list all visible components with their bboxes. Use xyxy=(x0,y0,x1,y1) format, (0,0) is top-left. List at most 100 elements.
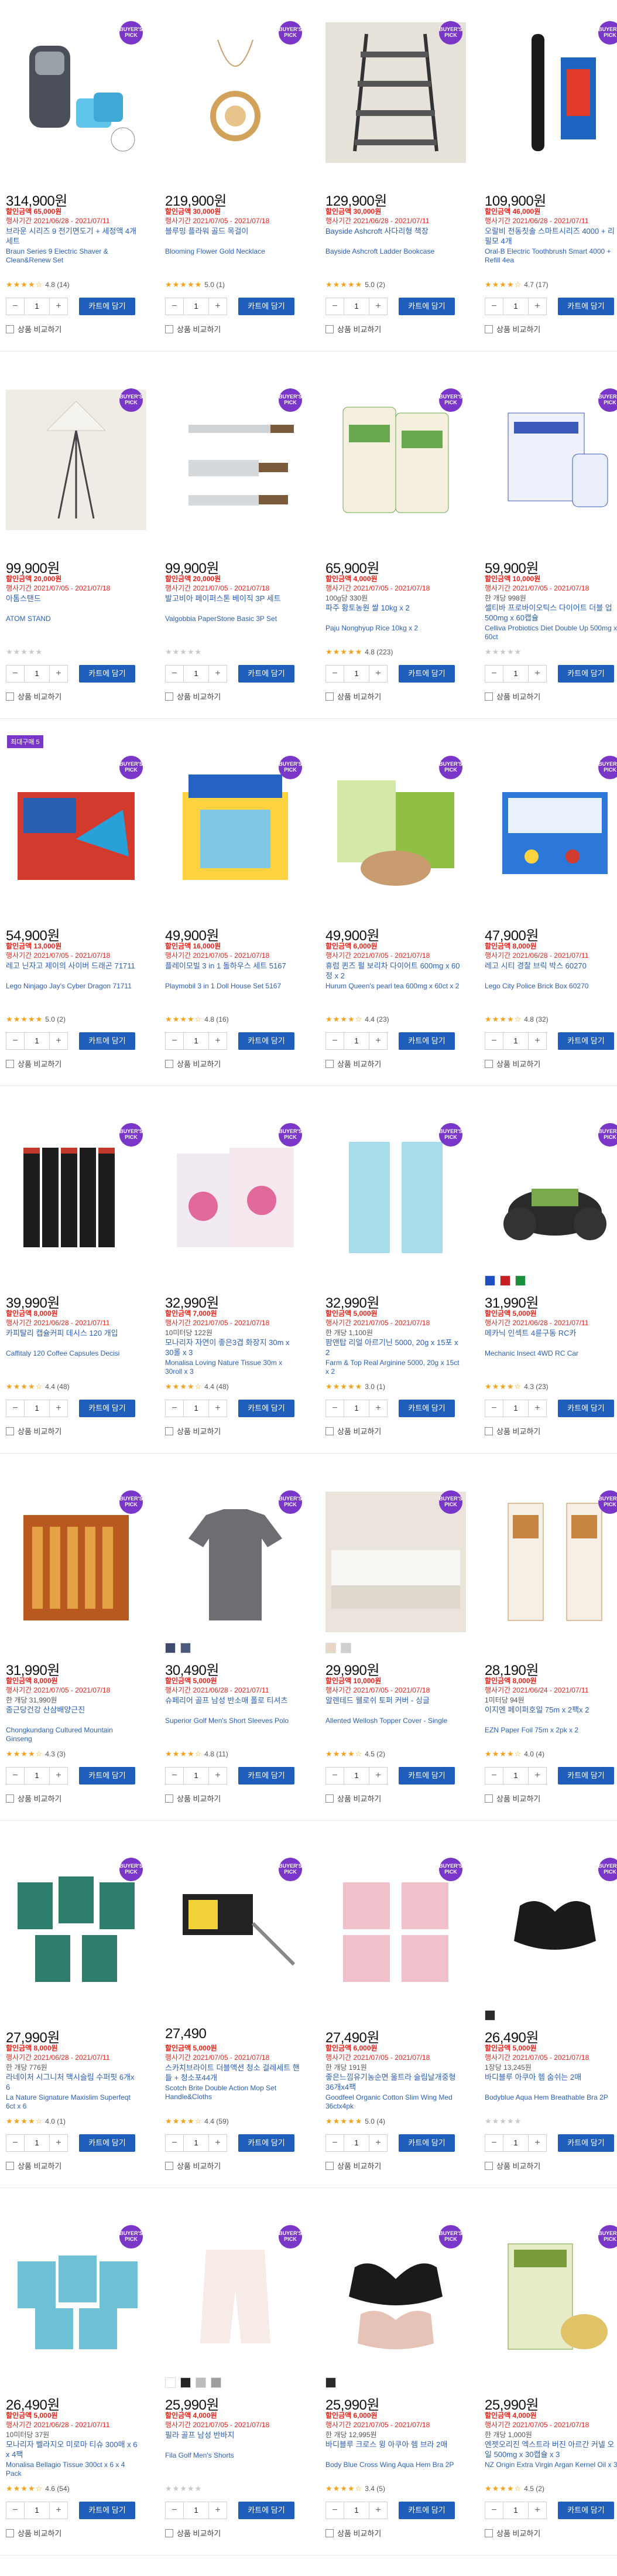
product-name-english[interactable]: Farm & Top Real Arginine 5000, 20g x 15c… xyxy=(325,1359,460,1376)
quantity-increase-button[interactable]: + xyxy=(50,1400,67,1417)
add-to-cart-button[interactable]: 카트에 담기 xyxy=(79,665,135,683)
color-swatch[interactable] xyxy=(165,2377,176,2388)
product-name-korean[interactable]: 엔젯오리진 엑스트라 버진 아르간 커넬 오일 500mg x 30캡슐 x 3 xyxy=(485,2439,617,2459)
quantity-decrease-button[interactable]: − xyxy=(485,1033,503,1049)
product-name-english[interactable]: Valgobbia PaperStone Basic 3P Set xyxy=(165,615,300,623)
color-swatch[interactable] xyxy=(485,2010,495,2021)
product-name-korean[interactable]: 바디블루 크로스 윙 아쿠아 헴 브라 2매 xyxy=(325,2439,460,2449)
quantity-decrease-button[interactable]: − xyxy=(326,2135,344,2151)
quantity-decrease-button[interactable]: − xyxy=(6,2502,24,2519)
quantity-input[interactable]: 1 xyxy=(503,298,529,315)
product-image[interactable] xyxy=(165,757,306,898)
quantity-increase-button[interactable]: + xyxy=(209,1400,227,1417)
quantity-decrease-button[interactable]: − xyxy=(166,1033,183,1049)
compare-product-checkbox[interactable]: 상품 비교하기 xyxy=(6,1425,61,1437)
product-image[interactable] xyxy=(485,2226,617,2367)
quantity-decrease-button[interactable]: − xyxy=(166,2502,183,2519)
quantity-input[interactable]: 1 xyxy=(183,1768,209,1784)
quantity-decrease-button[interactable]: − xyxy=(326,2502,344,2519)
product-image[interactable] xyxy=(165,2226,306,2367)
quantity-decrease-button[interactable]: − xyxy=(326,1400,344,1417)
quantity-decrease-button[interactable]: − xyxy=(166,298,183,315)
quantity-input[interactable]: 1 xyxy=(503,2135,529,2151)
product-name-english[interactable]: NZ Origin Extra Virgin Argan Kernel Oil … xyxy=(485,2461,617,2469)
product-image[interactable] xyxy=(485,22,617,163)
quantity-increase-button[interactable]: + xyxy=(209,1768,227,1784)
compare-product-checkbox[interactable]: 상품 비교하기 xyxy=(485,691,540,702)
checkbox[interactable] xyxy=(165,2529,173,2537)
product-name-english[interactable]: Lego Ninjago Jay's Cyber Dragon 71711 xyxy=(6,982,140,991)
product-name-korean[interactable]: 오랄비 전동칫솔 스마트시리즈 4000 + 리필모 4개 xyxy=(485,226,617,246)
product-name-korean[interactable]: 카피탈리 캡슐커피 데시스 120 개입 xyxy=(6,1328,140,1338)
quantity-increase-button[interactable]: + xyxy=(209,298,227,315)
product-name-korean[interactable]: 이지엔 페이퍼호일 75m x 2팩x 2 xyxy=(485,1705,617,1715)
checkbox[interactable] xyxy=(165,692,173,701)
quantity-input[interactable]: 1 xyxy=(344,2502,369,2519)
quantity-decrease-button[interactable]: − xyxy=(6,666,24,682)
product-name-english[interactable]: Braun Series 9 Electric Shaver & Clean&R… xyxy=(6,247,140,265)
quantity-decrease-button[interactable]: − xyxy=(166,2135,183,2151)
quantity-input[interactable]: 1 xyxy=(183,1400,209,1417)
checkbox[interactable] xyxy=(485,1794,493,1803)
color-swatch[interactable] xyxy=(196,2377,206,2388)
product-image[interactable] xyxy=(165,1859,306,2000)
checkbox[interactable] xyxy=(485,692,493,701)
quantity-increase-button[interactable]: + xyxy=(369,666,387,682)
color-swatch[interactable] xyxy=(211,2377,221,2388)
quantity-input[interactable]: 1 xyxy=(503,1400,529,1417)
checkbox[interactable] xyxy=(485,1060,493,1068)
compare-product-checkbox[interactable]: 상품 비교하기 xyxy=(6,323,61,335)
quantity-input[interactable]: 1 xyxy=(344,2135,369,2151)
compare-product-checkbox[interactable]: 상품 비교하기 xyxy=(165,1793,221,1804)
quantity-increase-button[interactable]: + xyxy=(529,298,546,315)
quantity-input[interactable]: 1 xyxy=(24,1400,50,1417)
quantity-decrease-button[interactable]: − xyxy=(166,666,183,682)
product-image[interactable] xyxy=(325,390,466,530)
product-name-english[interactable]: EZN Paper Foil 75m x 2pk x 2 xyxy=(485,1726,617,1735)
product-name-english[interactable]: Playmobil 3 in 1 Doll House Set 5167 xyxy=(165,982,300,991)
product-name-korean[interactable]: 바디블루 아쿠아 헴 숨쉬는 2매 xyxy=(485,2072,617,2082)
checkbox[interactable] xyxy=(165,1794,173,1803)
compare-product-checkbox[interactable]: 상품 비교하기 xyxy=(6,2527,61,2539)
checkbox[interactable] xyxy=(165,2162,173,2170)
quantity-decrease-button[interactable]: − xyxy=(6,1033,24,1049)
product-image[interactable] xyxy=(165,22,306,163)
quantity-increase-button[interactable]: + xyxy=(50,666,67,682)
quantity-decrease-button[interactable]: − xyxy=(485,298,503,315)
quantity-increase-button[interactable]: + xyxy=(369,2502,387,2519)
add-to-cart-button[interactable]: 카트에 담기 xyxy=(238,665,294,683)
add-to-cart-button[interactable]: 카트에 담기 xyxy=(558,298,614,315)
quantity-increase-button[interactable]: + xyxy=(529,666,546,682)
add-to-cart-button[interactable]: 카트에 담기 xyxy=(238,2134,294,2152)
quantity-increase-button[interactable]: + xyxy=(50,2135,67,2151)
product-image[interactable] xyxy=(6,757,146,898)
quantity-input[interactable]: 1 xyxy=(503,2502,529,2519)
add-to-cart-button[interactable]: 카트에 담기 xyxy=(558,2134,614,2152)
checkbox[interactable] xyxy=(6,1060,14,1068)
quantity-input[interactable]: 1 xyxy=(344,298,369,315)
product-name-english[interactable]: Mechanic Insect 4WD RC Car xyxy=(485,1349,617,1358)
product-name-english[interactable]: Celliva Probiotics Diet Double Up 500mg … xyxy=(485,624,617,642)
quantity-increase-button[interactable]: + xyxy=(529,2135,546,2151)
product-name-korean[interactable]: 아톰스탠드 xyxy=(6,593,140,603)
quantity-input[interactable]: 1 xyxy=(344,1400,369,1417)
compare-product-checkbox[interactable]: 상품 비교하기 xyxy=(165,323,221,335)
product-name-korean[interactable]: 레고 닌자고 제이의 사이버 드래곤 71711 xyxy=(6,961,140,971)
color-swatch[interactable] xyxy=(485,1275,495,1286)
quantity-decrease-button[interactable]: − xyxy=(326,1768,344,1784)
compare-product-checkbox[interactable]: 상품 비교하기 xyxy=(485,1058,540,1069)
quantity-input[interactable]: 1 xyxy=(24,1768,50,1784)
product-image[interactable] xyxy=(325,1859,466,2000)
product-image[interactable] xyxy=(165,1492,306,1632)
product-image[interactable] xyxy=(6,2226,146,2367)
quantity-input[interactable]: 1 xyxy=(183,1033,209,1049)
checkbox[interactable] xyxy=(165,1427,173,1435)
product-name-english[interactable]: Paju Nonghyup Rice 10kg x 2 xyxy=(325,624,460,633)
product-name-korean[interactable]: 발고비아 페이퍼스톤 베이직 3P 세트 xyxy=(165,593,300,603)
compare-product-checkbox[interactable]: 상품 비교하기 xyxy=(165,691,221,702)
add-to-cart-button[interactable]: 카트에 담기 xyxy=(558,1400,614,1417)
product-name-korean[interactable]: 팜앤탑 리얼 아르기닌 5000, 20g x 15포 x 2 xyxy=(325,1338,460,1357)
compare-product-checkbox[interactable]: 상품 비교하기 xyxy=(325,1793,381,1804)
product-name-korean[interactable]: 모나리자 벨라지오 미로마 티슈 300매 x 6 x 4팩 xyxy=(6,2439,140,2459)
product-name-english[interactable]: Lego City Police Brick Box 60270 xyxy=(485,982,617,991)
